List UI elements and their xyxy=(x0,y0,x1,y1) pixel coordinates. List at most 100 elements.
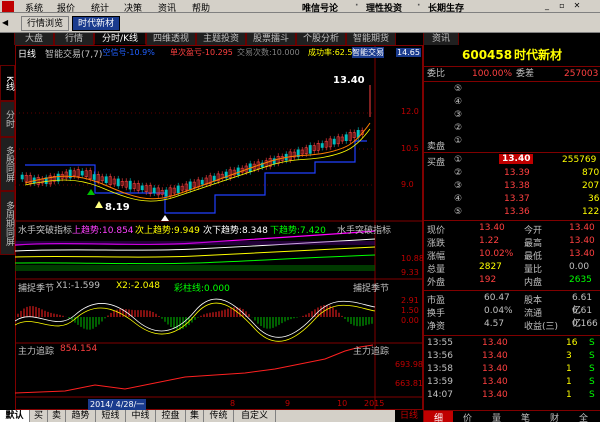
weibi-value: 100.00% xyxy=(472,69,513,79)
ftab-gegu[interactable]: 个股分析 xyxy=(296,33,346,45)
stat-2-v1: 10.02% xyxy=(479,249,514,259)
btab-control[interactable]: 控盘 xyxy=(156,410,186,422)
ind2-zhu: 彩柱线:0.000 xyxy=(174,284,230,294)
fundamentals: 市盈 60.47 股本 6.61亿 换手 0.04% 流通 6.61亿 净资 4.57 收益(三) 0… xyxy=(424,292,600,334)
tick-0-p: 13.40 xyxy=(482,338,508,348)
weicha-value: 257003 xyxy=(564,69,599,79)
buy-5-volume: 122 xyxy=(582,207,600,217)
ftab-leidou[interactable]: 股票擂斗 xyxy=(246,33,296,45)
tick-0-t: 13:55 xyxy=(427,338,453,348)
date-label-10: 10 xyxy=(337,399,348,408)
vtab-multi-period[interactable]: 多周期同屏 xyxy=(0,191,15,255)
stock-code: 600458 xyxy=(462,48,513,62)
stat-4-l1: 外盘 xyxy=(427,278,446,288)
tick-1-v: 3 xyxy=(566,351,572,361)
tick-4-d: S xyxy=(589,390,595,400)
buy-2-volume: 870 xyxy=(582,168,600,178)
kline-val-1: ·空信号-10.9% xyxy=(100,48,155,57)
tick-0-d: S xyxy=(589,338,595,348)
ftab-kline[interactable]: 分时/K线 xyxy=(94,33,146,45)
function-tabs: 大盘 行情 分时/K线 四维透视 主题投资 股票擂斗 个股分析 智能期货 资讯 xyxy=(0,33,600,45)
fin-0-l1: 市盈 xyxy=(427,296,446,306)
btab-mid[interactable]: 中线 xyxy=(126,410,156,422)
low-marker-icon xyxy=(161,215,169,221)
sell-3: ③ xyxy=(454,110,463,120)
qtab-finance[interactable]: 财 xyxy=(540,411,569,422)
ind2-axis-3: 0.00 xyxy=(401,316,419,325)
tick-2-p: 13.40 xyxy=(482,364,508,374)
btab-default[interactable]: 默认 xyxy=(0,410,30,422)
stat-2-l2: 最低 xyxy=(524,252,543,262)
ftab-zixun[interactable]: 资讯 xyxy=(423,33,459,45)
ind2-right-title: 捕捉季节 xyxy=(353,284,390,294)
period-daily[interactable]: 日线 xyxy=(395,410,423,422)
tab-stock-shidai[interactable]: 时代新材 xyxy=(72,16,121,31)
btab-trend[interactable]: 趋势 xyxy=(66,410,96,422)
stat-0-l2: 今开 xyxy=(524,226,543,236)
ftab-qihuo[interactable]: 智能期货 xyxy=(346,33,396,45)
tab-market-browse[interactable]: 行情浏览 xyxy=(21,16,70,31)
stat-0-l1: 现价 xyxy=(427,226,446,236)
stat-0-v1: 13.40 xyxy=(479,223,505,233)
tick-3-p: 13.40 xyxy=(482,377,508,387)
date-current: 2014/ 4/28/一 xyxy=(88,399,147,410)
buy-3-volume: 207 xyxy=(582,181,600,191)
btab-custom[interactable]: 自定义 xyxy=(234,410,276,422)
sell-2: ② xyxy=(454,123,463,133)
buy-label: 买盘 xyxy=(427,158,446,168)
stat-1-v2: 13.40 xyxy=(569,236,595,246)
restore-icon[interactable]: ▫ xyxy=(556,1,568,11)
close-icon[interactable]: ✕ xyxy=(571,1,583,11)
tick-list: 13:55 13.40 16 S 13:56 13.40 3 S 13:58 13.40 1 S 13:… xyxy=(424,337,600,403)
ind2-axis-2: 1.50 xyxy=(401,306,419,315)
kline-val-5: 智能交易 xyxy=(352,47,384,58)
nav-back-icon[interactable]: ◀ xyxy=(2,18,16,28)
bottom-tabs: 默认 买 卖 趋势 短线 中线 控盘 集 传统 自定义 日线 xyxy=(0,410,423,422)
ind2-axis-1: 2.91 xyxy=(401,296,419,305)
vertical-tabs: K线 分时 多股同屏 多周期同屏 xyxy=(0,65,15,405)
buy-3-price: 13.38 xyxy=(504,181,530,191)
minimize-icon[interactable]: _ xyxy=(541,1,553,11)
price-axis-12: 12.0 xyxy=(401,107,419,116)
fin-2-v2: 0.166 xyxy=(572,319,598,329)
stat-3-v1: 2827 xyxy=(479,262,502,272)
stat-1-l1: 涨跌 xyxy=(427,239,446,249)
fin-1-l1: 换手 xyxy=(427,309,446,319)
buy-3-rank: ③ xyxy=(454,181,463,191)
tick-3-d: S xyxy=(589,377,595,387)
qtab-detail[interactable]: 细 xyxy=(424,411,453,422)
sell-orders: 卖盘 ⑤ ④ ③ ② ① xyxy=(424,82,600,152)
vtab-multi-stock[interactable]: 多股同屏 xyxy=(0,137,15,191)
vtab-fenshi[interactable]: 分时 xyxy=(0,101,15,137)
fin-0-v1: 60.47 xyxy=(484,293,510,303)
btab-traditional[interactable]: 传统 xyxy=(204,410,234,422)
buy-5-rank: ⑤ xyxy=(454,207,463,217)
sell-5: ⑤ xyxy=(454,84,463,94)
ftab-dapan[interactable]: 大盘 xyxy=(14,33,54,45)
qtab-volume[interactable]: 量 xyxy=(482,411,511,422)
qtab-ticks[interactable]: 笔 xyxy=(511,411,540,422)
qtab-all[interactable]: 全 xyxy=(569,411,598,422)
quote-panel: 600458 时代新材 委比 100.00% 委差 257003 卖盘 ⑤ ④ … xyxy=(423,45,600,422)
quote-tabs: 细 价 量 笔 财 全 xyxy=(424,410,600,422)
ftab-siwei[interactable]: 四维透视 xyxy=(146,33,196,45)
btab-short[interactable]: 短线 xyxy=(96,410,126,422)
ftab-zhuti[interactable]: 主题投资 xyxy=(196,33,246,45)
btab-ji[interactable]: 集 xyxy=(186,410,204,422)
buy-1-volume: 255769 xyxy=(562,155,597,165)
ind2-x2: X2:-2.048 xyxy=(116,281,160,291)
btab-buy[interactable]: 买 xyxy=(30,410,48,422)
btab-sell[interactable]: 卖 xyxy=(48,410,66,422)
buy-4-price: 13.37 xyxy=(504,194,530,204)
tick-4-v: 1 xyxy=(566,390,572,400)
vtab-kline[interactable]: K线 xyxy=(0,65,15,101)
bottom-scroll-area[interactable] xyxy=(276,410,386,422)
ftab-hangqing[interactable]: 行情 xyxy=(54,33,94,45)
stat-1-v1: 1.22 xyxy=(479,236,500,246)
fin-1-l2: 流通 xyxy=(524,309,543,319)
qtab-price[interactable]: 价 xyxy=(453,411,482,422)
stock-name: 时代新材 xyxy=(514,48,563,62)
sell-1: ① xyxy=(454,136,463,146)
ind1-axis-1: 10.88 xyxy=(401,254,424,263)
buy-signal-icon xyxy=(87,189,95,195)
